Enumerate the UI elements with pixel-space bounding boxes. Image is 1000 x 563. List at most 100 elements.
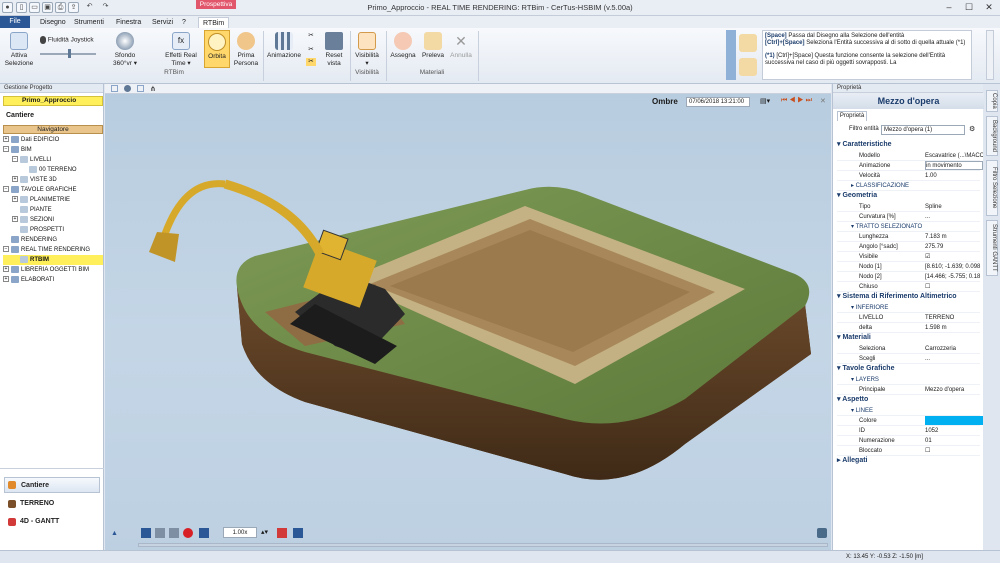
property-value[interactable]: Spline <box>925 202 983 212</box>
property-value[interactable]: 1.598 m <box>925 323 983 333</box>
menu-finestra[interactable]: Finestra <box>112 17 145 28</box>
expand-toggle-icon[interactable]: − <box>3 186 9 193</box>
orbita-button[interactable]: Orbita <box>204 30 230 68</box>
property-row[interactable]: Scegli... <box>837 354 980 364</box>
property-row[interactable]: Nodo [1] [8.610; -1.639; 0.098 <box>837 262 980 272</box>
rt-settings-icon[interactable] <box>293 528 303 538</box>
help-scroll[interactable] <box>974 30 996 80</box>
annulla-button[interactable]: ✕ Annulla <box>448 32 474 60</box>
property-row[interactable]: Lunghezza 7.183 m <box>837 232 980 242</box>
filter-icon[interactable]: ⚙ <box>969 125 975 133</box>
property-section-header[interactable]: ▾ Tavole Grafiche <box>837 364 894 372</box>
property-value[interactable] <box>925 416 983 425</box>
collapse-up-icon[interactable]: ▲ <box>111 530 118 537</box>
fluidita-joystick-control[interactable]: Fluidità Joystick <box>40 36 104 58</box>
view-icon-2[interactable] <box>124 85 131 92</box>
property-row[interactable]: Angolo [°sadc] 275.79 <box>837 242 980 252</box>
property-value[interactable]: ... <box>925 212 983 222</box>
3d-viewport[interactable] <box>105 84 831 550</box>
record-icon[interactable] <box>183 528 193 538</box>
tree-item[interactable]: + LIBRERIA OGGETTI BIM <box>3 265 103 275</box>
tab-proprieta[interactable]: Proprietà <box>837 111 867 121</box>
property-section-header[interactable]: ▾ Geometria <box>837 191 877 199</box>
tree-item[interactable]: + ELABORATI <box>3 275 103 285</box>
maximize-button[interactable]: ☐ <box>960 1 978 14</box>
property-value[interactable]: 01 <box>925 436 983 446</box>
menu-rtbim[interactable]: RTBim <box>198 17 230 28</box>
tree-item[interactable]: + VISTE 3D <box>3 175 103 185</box>
visibilita-button[interactable]: Visibilità ▾ <box>353 32 381 68</box>
expand-toggle-icon[interactable]: + <box>3 136 9 143</box>
time-controls[interactable]: ⏮ ◀ ▶ ⏭ <box>781 97 812 105</box>
preleva-button[interactable]: Preleva <box>420 32 446 60</box>
view-icon-1[interactable] <box>111 85 118 92</box>
property-row[interactable]: Colore <box>837 416 983 426</box>
property-row[interactable]: Curvatura [%]... <box>837 212 980 222</box>
attiva-selezione-button[interactable]: Attiva Selezione <box>4 32 34 68</box>
tool-scissors-1[interactable]: ✂ <box>306 32 316 40</box>
tree-item[interactable]: + PLANIMETRIE <box>3 195 103 205</box>
property-value[interactable]: 1.00 <box>925 171 983 181</box>
property-value[interactable]: in movimento <box>925 161 983 170</box>
property-row[interactable]: Animazione in movimento <box>837 161 983 171</box>
minimize-button[interactable]: – <box>940 1 958 14</box>
property-row[interactable]: Bloccato ☐ <box>837 446 980 456</box>
property-value[interactable]: 275.79 <box>925 242 983 252</box>
property-row[interactable]: ▾ LAYERS <box>837 375 980 385</box>
property-row[interactable]: delta 1.598 m <box>837 323 980 333</box>
export-video-icon[interactable] <box>277 528 287 538</box>
tree-item[interactable]: − REAL TIME RENDERING <box>3 245 103 255</box>
property-section-header[interactable]: ▾ Materiali <box>837 333 871 341</box>
tree-item[interactable]: RTBIM <box>3 255 103 265</box>
property-row[interactable]: Tipo Spline <box>837 202 980 212</box>
camera-icon[interactable] <box>141 528 151 538</box>
property-row[interactable]: Modello Escavatrice (...\MACC <box>837 151 983 161</box>
tree-item[interactable]: + Dati EDIFICIO <box>3 135 103 145</box>
expand-toggle-icon[interactable]: − <box>12 156 18 163</box>
shadow-datetime-field[interactable]: 07/06/2018 13:21:00 <box>686 97 750 107</box>
property-row[interactable]: LIVELLO TERRENO <box>837 313 980 323</box>
property-value[interactable]: Mezzo d'opera <box>925 385 983 395</box>
property-row[interactable]: ▾ INFERIORE <box>837 303 980 313</box>
property-row[interactable]: Seleziona Carrozzeria <box>837 344 980 354</box>
tree-item[interactable]: RENDERING <box>3 235 103 245</box>
settings-icon[interactable] <box>817 528 827 538</box>
property-value[interactable]: [8.610; -1.639; 0.098 <box>925 262 983 272</box>
property-value[interactable]: 1052 <box>925 426 983 436</box>
property-value[interactable]: Escavatrice (...\MACC <box>925 151 983 161</box>
sfondo-360-button[interactable]: Sfondo 360°vr ▾ <box>108 32 142 68</box>
effetti-real-time-button[interactable]: fx Effetti Real Time ▾ <box>164 32 198 68</box>
tree-item[interactable]: − LIVELLI <box>3 155 103 165</box>
expand-toggle-icon[interactable]: + <box>3 266 9 273</box>
prima-persona-button[interactable]: Prima Persona <box>232 32 260 68</box>
filter-select[interactable]: Mezzo d'opera (1) <box>881 125 965 135</box>
side-tab-filtro[interactable]: Filtro Selezione <box>986 160 998 216</box>
tree-item[interactable]: PIANTE <box>3 205 103 215</box>
navigator-bar[interactable]: Navigatore <box>3 125 103 134</box>
menu-help[interactable]: ? <box>178 17 190 28</box>
property-section-header[interactable]: ▸ Allegati <box>837 456 868 464</box>
timeline-scrollbar[interactable] <box>138 543 828 547</box>
property-row[interactable]: ▾ TRATTO SELEZIONATO <box>837 222 980 232</box>
nav-cantiere[interactable]: Cantiere <box>4 477 100 493</box>
side-tab-background[interactable]: Background <box>986 116 998 156</box>
view-icon-3[interactable] <box>137 85 144 92</box>
menu-servizi[interactable]: Servizi <box>148 17 177 28</box>
expand-toggle-icon[interactable]: − <box>3 146 9 153</box>
property-value[interactable]: ☐ <box>925 446 983 456</box>
menu-disegno[interactable]: Disegno <box>36 17 70 28</box>
tool-scissors-3[interactable]: ✂ <box>306 58 316 66</box>
tree-item[interactable]: + SEZIONI <box>3 215 103 225</box>
property-value[interactable]: Carrozzeria <box>925 344 983 354</box>
property-row[interactable]: Principale Mezzo d'opera <box>837 385 980 395</box>
nav-terreno[interactable]: TERRENO <box>4 496 100 512</box>
tree-item[interactable]: 00 TERRENO <box>3 165 103 175</box>
tree-item[interactable]: − TAVOLE GRAFICHE <box>3 185 103 195</box>
project-name[interactable]: Primo_Approccio <box>3 96 103 106</box>
property-section-header[interactable]: ▾ Caratteristiche <box>837 140 892 148</box>
expand-toggle-icon[interactable]: + <box>12 176 18 183</box>
record-film-icon[interactable] <box>155 528 165 538</box>
reset-vista-button[interactable]: Reset vista <box>322 32 346 68</box>
property-row[interactable]: ▸ CLASSIFICAZIONE <box>837 181 980 191</box>
property-row[interactable]: Visibile ☑ <box>837 252 980 262</box>
